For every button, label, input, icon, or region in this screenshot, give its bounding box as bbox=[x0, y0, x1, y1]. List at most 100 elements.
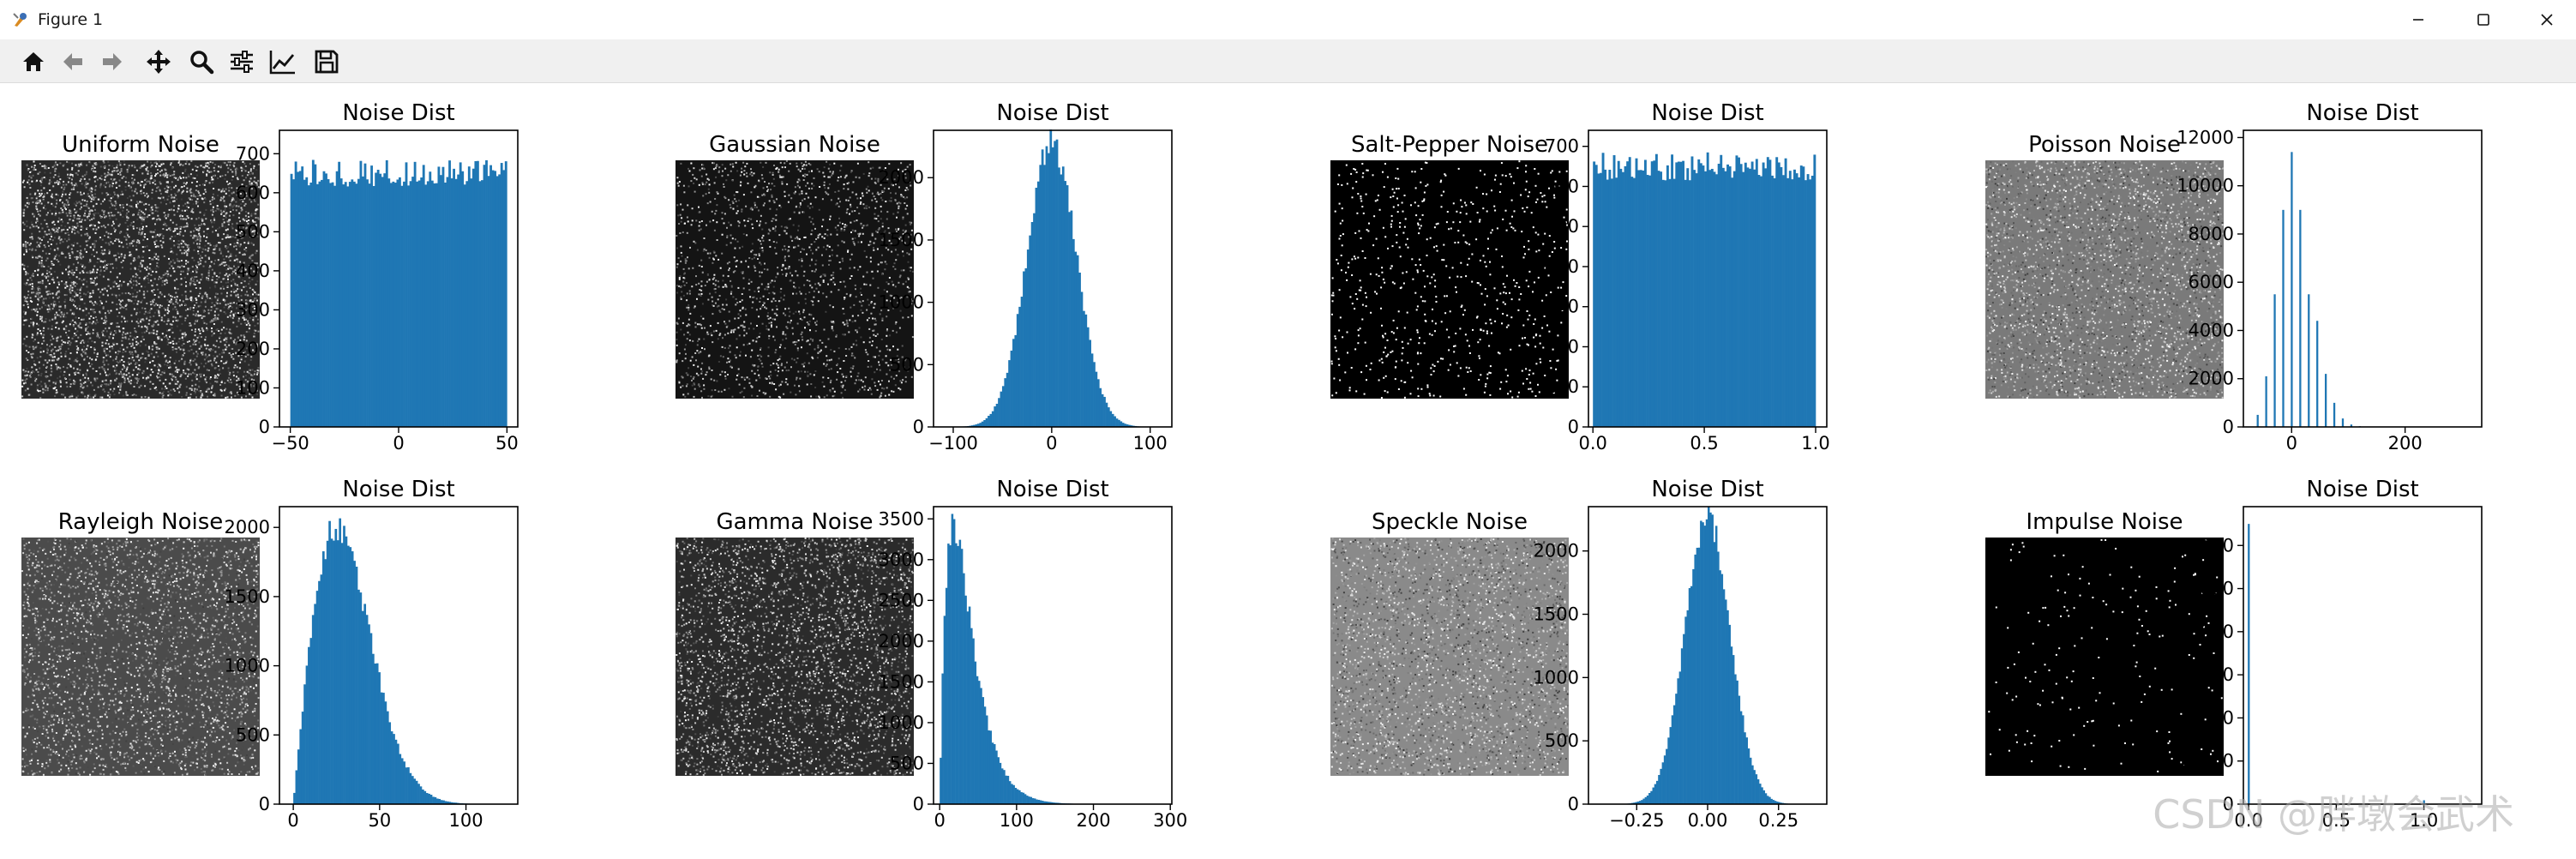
noise-pixel bbox=[178, 189, 180, 191]
noise-pixel bbox=[125, 189, 127, 191]
noise-pixel bbox=[45, 253, 47, 255]
noise-pixel bbox=[157, 169, 159, 171]
noise-pixel bbox=[868, 172, 870, 174]
noise-pixel bbox=[72, 219, 74, 221]
noise-pixel bbox=[127, 247, 129, 249]
noise-pixel bbox=[71, 290, 73, 291]
noise-pixel bbox=[205, 378, 207, 380]
noise-pixel bbox=[681, 217, 682, 219]
configure-subplots-button[interactable] bbox=[225, 46, 258, 77]
noise-pixel bbox=[118, 373, 120, 375]
noise-pixel bbox=[228, 368, 230, 369]
noise-pixel bbox=[130, 363, 132, 364]
noise-pixel bbox=[253, 167, 255, 169]
noise-pixel bbox=[225, 273, 227, 275]
noise-pixel bbox=[181, 186, 183, 188]
noise-pixel bbox=[71, 299, 73, 301]
save-button[interactable] bbox=[310, 46, 343, 77]
figure-canvas[interactable]: Uniform Noise−50050010020030040050060070… bbox=[0, 83, 2576, 856]
noise-pixel bbox=[223, 261, 225, 263]
noise-pixel bbox=[105, 215, 107, 217]
close-button[interactable] bbox=[2520, 0, 2573, 39]
noise-pixel bbox=[237, 242, 238, 243]
noise-pixel bbox=[158, 324, 159, 326]
noise-pixel bbox=[180, 349, 182, 351]
noise-pixel bbox=[92, 282, 93, 284]
noise-pixel bbox=[120, 207, 122, 208]
noise-pixel bbox=[53, 229, 55, 231]
noise-pixel bbox=[88, 215, 90, 217]
noise-pixel bbox=[258, 294, 260, 296]
noise-pixel bbox=[715, 167, 717, 169]
forward-button[interactable] bbox=[96, 46, 129, 77]
pan-button[interactable] bbox=[142, 46, 175, 77]
noise-pixel bbox=[69, 396, 70, 398]
noise-pixel bbox=[32, 255, 33, 257]
noise-pixel bbox=[43, 351, 45, 352]
noise-pixel bbox=[220, 281, 222, 283]
noise-pixel bbox=[147, 275, 148, 277]
noise-pixel bbox=[203, 193, 205, 195]
noise-pixel bbox=[730, 345, 731, 346]
noise-pixel bbox=[40, 184, 42, 186]
hist-bar bbox=[440, 175, 442, 427]
noise-pixel bbox=[85, 324, 87, 326]
noise-pixel bbox=[794, 385, 796, 387]
noise-pixel bbox=[761, 229, 763, 231]
noise-pixel bbox=[77, 218, 79, 219]
noise-pixel bbox=[140, 270, 141, 272]
noise-pixel bbox=[138, 325, 140, 327]
hist-bar bbox=[291, 174, 293, 427]
hist-bar bbox=[373, 186, 375, 427]
noise-pixel bbox=[66, 285, 68, 287]
noise-pixel bbox=[161, 285, 163, 286]
noise-pixel bbox=[232, 371, 234, 373]
noise-pixel bbox=[826, 161, 827, 163]
noise-pixel bbox=[718, 166, 720, 168]
noise-pixel bbox=[37, 274, 39, 276]
noise-pixel bbox=[93, 206, 94, 207]
noise-pixel bbox=[152, 213, 153, 214]
noise-pixel bbox=[73, 187, 75, 189]
noise-pixel bbox=[217, 299, 219, 301]
noise-pixel bbox=[175, 301, 177, 303]
noise-pixel bbox=[74, 335, 75, 337]
noise-pixel bbox=[185, 378, 187, 380]
noise-pixel bbox=[223, 215, 225, 217]
edit-axis-button[interactable] bbox=[266, 46, 298, 77]
noise-pixel bbox=[36, 315, 38, 316]
noise-pixel bbox=[24, 371, 26, 373]
noise-pixel bbox=[139, 277, 141, 279]
zoom-button[interactable] bbox=[185, 46, 218, 77]
noise-pixel bbox=[770, 364, 772, 366]
noise-pixel bbox=[204, 166, 206, 168]
noise-pixel bbox=[47, 311, 49, 313]
noise-pixel bbox=[43, 298, 45, 300]
noise-pixel bbox=[145, 396, 147, 398]
noise-pixel bbox=[243, 286, 244, 288]
noise-pixel bbox=[248, 322, 249, 324]
noise-pixel bbox=[149, 263, 151, 265]
noise-pixel bbox=[39, 390, 41, 392]
noise-pixel bbox=[46, 305, 48, 307]
noise-pixel bbox=[220, 360, 222, 362]
noise-pixel bbox=[760, 308, 761, 309]
noise-pixel bbox=[33, 167, 35, 169]
back-button[interactable] bbox=[57, 46, 89, 77]
noise-pixel bbox=[64, 207, 66, 209]
noise-pixel bbox=[118, 312, 120, 314]
minimize-button[interactable] bbox=[2392, 0, 2445, 39]
noise-pixel bbox=[152, 371, 153, 373]
noise-pixel bbox=[137, 213, 139, 215]
noise-pixel bbox=[74, 296, 75, 297]
maximize-button[interactable] bbox=[2457, 0, 2510, 39]
noise-pixel bbox=[751, 224, 753, 225]
noise-pixel bbox=[62, 273, 63, 274]
noise-pixel bbox=[36, 369, 38, 370]
noise-pixel bbox=[239, 252, 241, 254]
noise-pixel bbox=[250, 215, 252, 217]
noise-pixel bbox=[45, 318, 47, 320]
noise-pixel bbox=[164, 188, 165, 189]
home-button[interactable] bbox=[17, 46, 50, 77]
noise-pixel bbox=[36, 333, 38, 335]
